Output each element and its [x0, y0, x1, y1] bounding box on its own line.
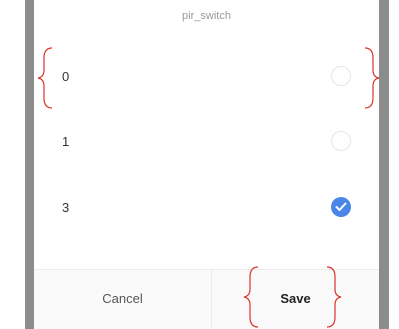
option-row-3[interactable]: 3: [34, 188, 379, 228]
dialog-footer: Cancel Save: [34, 269, 379, 329]
screenshot-page: pir_switch 0 1 3 Cancel Save: [0, 0, 399, 329]
checkmark-icon: [335, 202, 347, 211]
option-row-0[interactable]: 0: [34, 57, 379, 97]
cancel-button[interactable]: Cancel: [34, 270, 212, 329]
selection-dialog: pir_switch 0 1 3 Cancel Save: [34, 0, 379, 329]
radio-unchecked-icon[interactable]: [331, 131, 351, 151]
radio-unchecked-icon[interactable]: [331, 66, 351, 86]
option-label: 1: [62, 134, 70, 149]
option-label: 0: [62, 69, 70, 84]
dialog-title: pir_switch: [182, 10, 231, 22]
radio-checked-icon[interactable]: [331, 197, 351, 217]
option-row-1[interactable]: 1: [34, 122, 379, 162]
right-gray-border: [379, 0, 389, 329]
option-label: 3: [62, 200, 70, 215]
save-button[interactable]: Save: [212, 270, 379, 329]
left-gray-border: [25, 0, 34, 329]
